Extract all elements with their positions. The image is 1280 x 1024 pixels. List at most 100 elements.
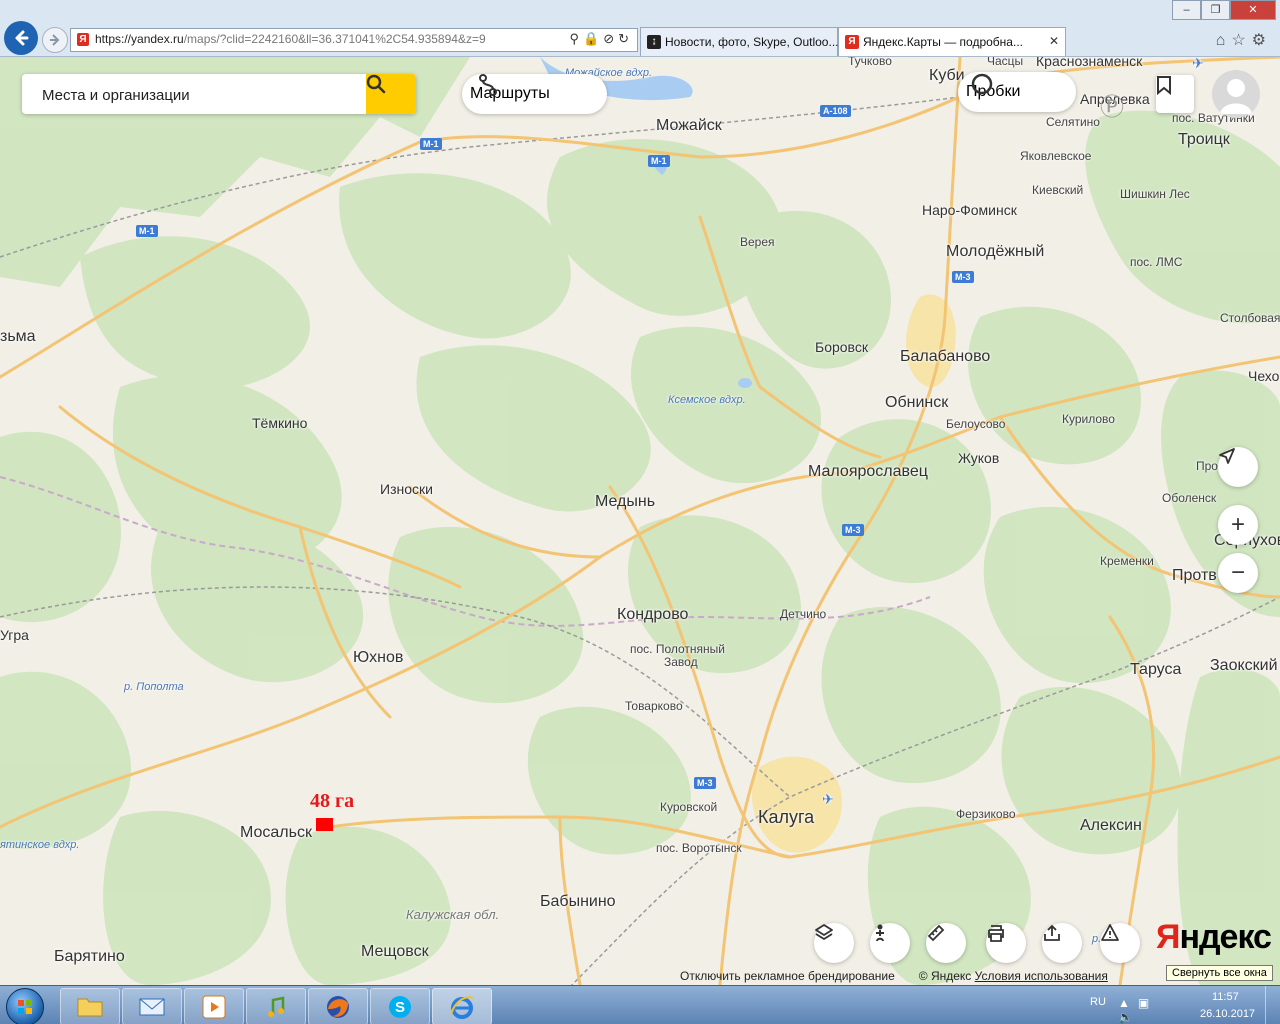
msn-icon: ↨ <box>647 35 661 49</box>
back-button[interactable] <box>4 21 38 55</box>
place-label: Завод <box>664 655 698 669</box>
routes-button[interactable]: Маршруты <box>462 74 607 114</box>
place-label: пос. Воротынск <box>656 841 742 855</box>
traffic-icon <box>971 73 993 95</box>
internet-explorer-icon <box>450 995 474 1019</box>
address-bar[interactable]: Я https://yandex.ru/maps/?clid=2242160&l… <box>70 28 638 52</box>
road-shield: М-3 <box>694 777 716 789</box>
firefox-taskbar-button[interactable] <box>308 988 368 1024</box>
lock-icon: 🔒 <box>583 31 604 46</box>
place-label: Столбовая <box>1220 311 1280 325</box>
place-label: Жуков <box>958 450 1000 466</box>
tab-msn[interactable]: ↨ Новости, фото, Skype, Outloo... <box>640 27 838 56</box>
volume-icon[interactable]: 🔈 <box>1118 1010 1141 1024</box>
gear-icon[interactable]: ⚙ <box>1252 32 1272 49</box>
language-indicator[interactable]: RU <box>1090 996 1106 1008</box>
share-button[interactable] <box>1042 923 1082 963</box>
show-desktop-button[interactable] <box>1265 986 1280 1024</box>
panorama-button[interactable] <box>870 923 910 963</box>
avatar[interactable] <box>1212 70 1260 118</box>
clock-time[interactable]: 11:57 <box>1212 991 1239 1003</box>
place-label: Часцы <box>987 57 1024 68</box>
skype-taskbar-button[interactable]: S <box>370 988 430 1024</box>
home-icon[interactable]: ⌂ <box>1216 32 1232 49</box>
chevron-up-icon[interactable]: ▲ <box>1118 996 1138 1010</box>
my-location-button[interactable] <box>1218 447 1258 487</box>
place-label: Угра <box>0 627 29 643</box>
place-label: Тёмкино <box>252 415 308 431</box>
place-label: Малоярославец <box>808 463 928 480</box>
place-label: Наро-Фоминск <box>922 202 1017 218</box>
place-label: Заокский <box>1210 657 1278 674</box>
logo-rest: ндекс <box>1179 918 1272 956</box>
print-button[interactable] <box>986 923 1026 963</box>
yandex-favicon: Я <box>77 33 89 46</box>
warning-icon <box>1101 924 1119 941</box>
location-arrow-icon <box>1219 448 1235 464</box>
close-window-button[interactable]: ✕ <box>1230 0 1276 20</box>
road-shield: А-108 <box>820 105 851 117</box>
forward-button[interactable] <box>42 27 68 53</box>
skype-icon: S <box>389 995 411 1018</box>
place-label: Кременки <box>1100 554 1154 568</box>
refresh-icon[interactable]: ↻ <box>618 31 633 46</box>
network-icon[interactable]: ▣ <box>1138 996 1157 1010</box>
logo-letter: Я <box>1156 918 1180 956</box>
yandex-favicon: Я <box>845 35 859 49</box>
user-icon <box>1220 79 1252 114</box>
traffic-button[interactable]: Пробки <box>958 72 1076 112</box>
media-taskbar-button[interactable] <box>184 988 244 1024</box>
minimize-button[interactable]: – <box>1172 0 1201 20</box>
search-button[interactable] <box>366 74 416 114</box>
start-button[interactable] <box>6 988 44 1024</box>
bookmarks-button[interactable] <box>1156 75 1194 113</box>
search-box <box>22 74 416 116</box>
stop-icon[interactable]: ⊘ <box>603 31 618 46</box>
report-error-button[interactable] <box>1100 923 1140 963</box>
terms-link[interactable]: Условия использования <box>975 969 1108 983</box>
address-tools: ⚲🔒⊘↻ <box>569 31 633 47</box>
place-label: Мещовск <box>361 943 429 960</box>
road-shield: М-3 <box>952 271 974 283</box>
firefox-icon <box>327 995 349 1018</box>
clock-date[interactable]: 26.10.2017 <box>1200 1008 1255 1020</box>
mail-taskbar-button[interactable] <box>122 988 182 1024</box>
search-input[interactable] <box>40 74 394 116</box>
place-label: Киевский <box>1032 183 1084 197</box>
browser-toolbar-icons: ⌂☆⚙ <box>1216 30 1272 50</box>
layers-button[interactable] <box>814 923 854 963</box>
forward-arrow-icon <box>50 34 60 46</box>
place-label: Про <box>1196 459 1218 473</box>
favorites-star-icon[interactable]: ☆ <box>1231 32 1251 49</box>
airport-icon: ✈ <box>822 791 834 807</box>
folder-icon <box>77 998 103 1016</box>
tab-yandex-maps[interactable]: Я Яндекс.Карты — подробна... ✕ <box>838 27 1066 56</box>
music-taskbar-button[interactable] <box>246 988 306 1024</box>
plot-marker <box>316 818 333 831</box>
place-label: Ферзиково <box>956 807 1016 821</box>
zoom-in-button[interactable]: + <box>1218 505 1258 545</box>
place-label: Боровск <box>815 339 868 355</box>
zoom-out-button[interactable]: − <box>1218 553 1258 593</box>
explorer-taskbar-button[interactable] <box>60 988 120 1024</box>
place-label: Мосальск <box>240 824 312 841</box>
place-label: Детчино <box>780 607 827 621</box>
yandex-logo[interactable]: Яндекс <box>1156 918 1272 957</box>
close-tab-icon[interactable]: ✕ <box>1049 34 1059 48</box>
search-icon[interactable]: ⚲ <box>569 31 583 46</box>
parking-icon[interactable]: Ⓟ <box>1100 87 1124 122</box>
window-controls: – ❐ ✕ <box>1172 0 1276 20</box>
place-label: Обнинск <box>885 394 949 411</box>
taskbar: S RU ▲▣🔈 11:57 26.10.2017 <box>0 985 1280 1024</box>
map-canvas[interactable]: Можайское вдхр. Тучково Куби Часцы Красн… <box>0 57 1280 985</box>
copyright-text: © Яндекс <box>918 969 972 983</box>
disable-ad-link[interactable]: Отключить рекламное брендирование <box>680 969 895 983</box>
ruler-icon <box>927 924 945 942</box>
place-label: Краснознаменск <box>1036 57 1143 69</box>
ie-taskbar-button[interactable] <box>432 988 492 1024</box>
place-label: Барятино <box>54 948 125 965</box>
restore-button[interactable]: ❐ <box>1201 0 1230 20</box>
address-url[interactable]: https://yandex.ru/maps/?clid=2242160&ll=… <box>95 32 486 46</box>
ruler-button[interactable] <box>926 923 966 963</box>
place-label: Куровской <box>660 800 718 814</box>
